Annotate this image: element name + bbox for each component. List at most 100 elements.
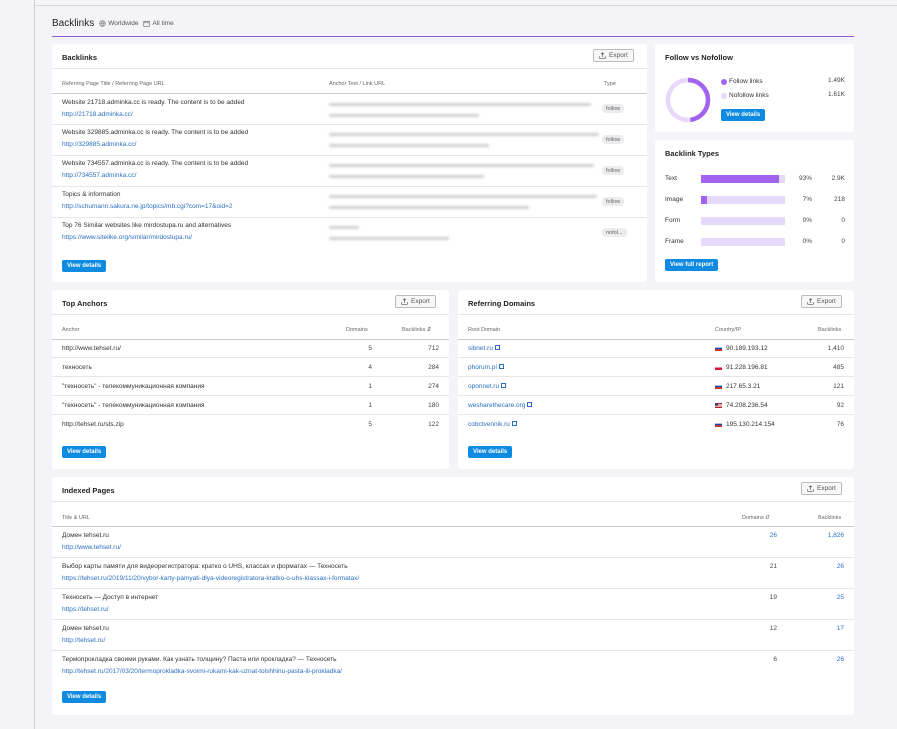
page-backlinks[interactable]: 25 bbox=[837, 594, 844, 601]
ref-title: Topics & information bbox=[62, 191, 121, 198]
page-url[interactable]: http://tehset.ru/2017/03/20/termoproklad… bbox=[62, 668, 342, 675]
backlinks-card: Backlinks Export Referring Page Title / … bbox=[52, 44, 647, 282]
page-url[interactable]: https://tehset.ru/2019/11/20/vybor-karty… bbox=[62, 575, 359, 582]
root-domain-link[interactable]: oponnet.ru bbox=[468, 383, 507, 390]
row-divider bbox=[52, 217, 647, 218]
sort-icon: ⇵ bbox=[426, 327, 432, 333]
domains-view-details-button[interactable]: View details bbox=[468, 446, 513, 458]
anchor-text: http://www.tehset.ru/ bbox=[62, 345, 121, 352]
anchor-text: "техносеть" - телекоммуникационная компа… bbox=[62, 402, 205, 409]
referring-domains-card: Referring Domains Export Root Domain Cou… bbox=[458, 290, 854, 469]
domain-backlinks: 76 bbox=[836, 421, 844, 428]
col-header-domains[interactable]: Domains ⇵ bbox=[742, 515, 770, 521]
follow-view-details-button[interactable]: View details bbox=[721, 109, 766, 121]
root-domain-link[interactable]: sibnet.ru bbox=[468, 345, 500, 352]
indexed-pages-title: Indexed Pages bbox=[62, 486, 115, 495]
header-line bbox=[52, 339, 449, 340]
region-filter[interactable]: Worldwide bbox=[99, 20, 138, 27]
ref-url[interactable]: https://www.sitelike.org/similar/mirdost… bbox=[62, 234, 192, 241]
root-domain-link[interactable]: wesharethecare.org bbox=[468, 402, 533, 409]
page-backlinks[interactable]: 17 bbox=[837, 625, 844, 632]
export-icon bbox=[807, 298, 814, 305]
root-domain-link[interactable]: phorum.pl bbox=[468, 364, 504, 371]
type-tag: follow bbox=[602, 166, 625, 175]
anchor-text: "техносеть" - телекоммуникационная компа… bbox=[62, 383, 205, 390]
domain-backlinks: 485 bbox=[833, 364, 844, 371]
row-divider bbox=[52, 376, 449, 377]
row-divider bbox=[52, 186, 647, 187]
type-tag: follow bbox=[602, 104, 625, 113]
page-backlinks[interactable]: 1,826 bbox=[828, 532, 844, 539]
external-link-icon bbox=[527, 402, 533, 407]
ref-url[interactable]: http://734557.adminka.cc/ bbox=[62, 172, 136, 179]
backlinks-export-button[interactable]: Export bbox=[593, 49, 634, 62]
ref-url[interactable]: http://329885.adminka.cc/ bbox=[62, 141, 136, 148]
export-label: Export bbox=[411, 298, 430, 305]
globe-icon bbox=[99, 20, 106, 27]
export-label: Export bbox=[609, 52, 628, 59]
ref-url[interactable]: http://schumann.sakura.ne.jp/topics/mb.c… bbox=[62, 203, 233, 210]
divider bbox=[458, 314, 854, 315]
col-header-anchor: Anchor bbox=[62, 327, 80, 333]
page-url[interactable]: http://www.tehset.ru/ bbox=[62, 544, 121, 551]
page-title: Backlinks bbox=[52, 18, 95, 29]
row-divider bbox=[458, 395, 854, 396]
anchor-backlinks: 284 bbox=[428, 364, 439, 371]
col-header-country: Country/IP bbox=[715, 327, 741, 333]
type-percent: 93% bbox=[798, 175, 812, 182]
row-divider bbox=[52, 650, 854, 651]
view-full-report-button[interactable]: View full report bbox=[665, 259, 719, 271]
col-header-title-url: Title & URL bbox=[62, 515, 90, 521]
period-label: All time bbox=[152, 20, 174, 27]
ru-flag-icon bbox=[715, 384, 722, 389]
domains-export-button[interactable]: Export bbox=[801, 295, 842, 308]
backlinks-view-details-button[interactable]: View details bbox=[62, 260, 107, 272]
country-ip: 74.208.236.54 bbox=[726, 402, 768, 409]
anchors-export-button[interactable]: Export bbox=[395, 295, 436, 308]
nofollow-value: 1.61K bbox=[828, 91, 845, 98]
type-bar-track bbox=[701, 175, 785, 183]
page-url[interactable]: https://tehset.ru/ bbox=[62, 606, 109, 613]
col-header-backlinks[interactable]: Backlinks ⇵ bbox=[402, 327, 431, 333]
ref-url[interactable]: http://21718.adminka.cc/ bbox=[62, 111, 133, 118]
anchor-backlinks: 180 bbox=[428, 402, 439, 409]
type-label: Image bbox=[665, 196, 684, 203]
page-title: Домен tehset.ru bbox=[62, 532, 109, 539]
export-label: Export bbox=[817, 485, 836, 492]
country-ip: 195.130.214.154 bbox=[726, 421, 775, 428]
page-title: Техносеть — Доступ в интернет bbox=[62, 594, 159, 601]
page-domains: 12 bbox=[769, 625, 777, 632]
anchor-text: техносеть bbox=[62, 364, 92, 371]
page-backlinks[interactable]: 26 bbox=[837, 563, 844, 570]
left-rule bbox=[34, 0, 35, 729]
anchor-domains: 5 bbox=[368, 421, 372, 428]
export-icon bbox=[401, 298, 408, 305]
type-tag: nofol... bbox=[602, 228, 627, 237]
anchor-domains: 4 bbox=[368, 364, 372, 371]
follow-label: Follow links bbox=[729, 78, 763, 85]
root-domain-label: oponnet.ru bbox=[468, 383, 500, 390]
anchors-view-details-button[interactable]: View details bbox=[62, 446, 107, 458]
page-url[interactable]: http://tehset.ru/ bbox=[62, 637, 105, 644]
col-header-backlinks: Backlinks bbox=[818, 515, 842, 521]
type-bar-track bbox=[701, 238, 785, 246]
indexed-view-details-button[interactable]: View details bbox=[62, 691, 107, 703]
page-domains[interactable]: 26 bbox=[770, 532, 777, 539]
top-anchors-card: Top Anchors Export Anchor Domains Backli… bbox=[52, 290, 449, 469]
row-divider bbox=[52, 557, 854, 558]
indexed-export-button[interactable]: Export bbox=[801, 482, 842, 495]
external-link-icon bbox=[498, 364, 504, 369]
col-header-domains: Domains bbox=[346, 327, 368, 333]
page-backlinks[interactable]: 26 bbox=[837, 656, 844, 663]
follow-legend-dot bbox=[721, 79, 727, 85]
row-divider bbox=[52, 619, 854, 620]
country-ip: 91.228.196.81 bbox=[726, 364, 768, 371]
root-domain-link[interactable]: cobctvennik.ru bbox=[468, 421, 517, 428]
type-tag: follow bbox=[602, 197, 625, 206]
page-header: Backlinks Worldwide All time bbox=[52, 18, 174, 29]
page-title: Выбор карты памяти для видеорегистратора… bbox=[62, 563, 348, 570]
period-filter[interactable]: All time bbox=[143, 20, 174, 27]
anchor-text-blurred bbox=[329, 195, 597, 198]
referring-domains-title: Referring Domains bbox=[468, 299, 536, 308]
country-ip: 217.65.3.21 bbox=[726, 383, 761, 390]
